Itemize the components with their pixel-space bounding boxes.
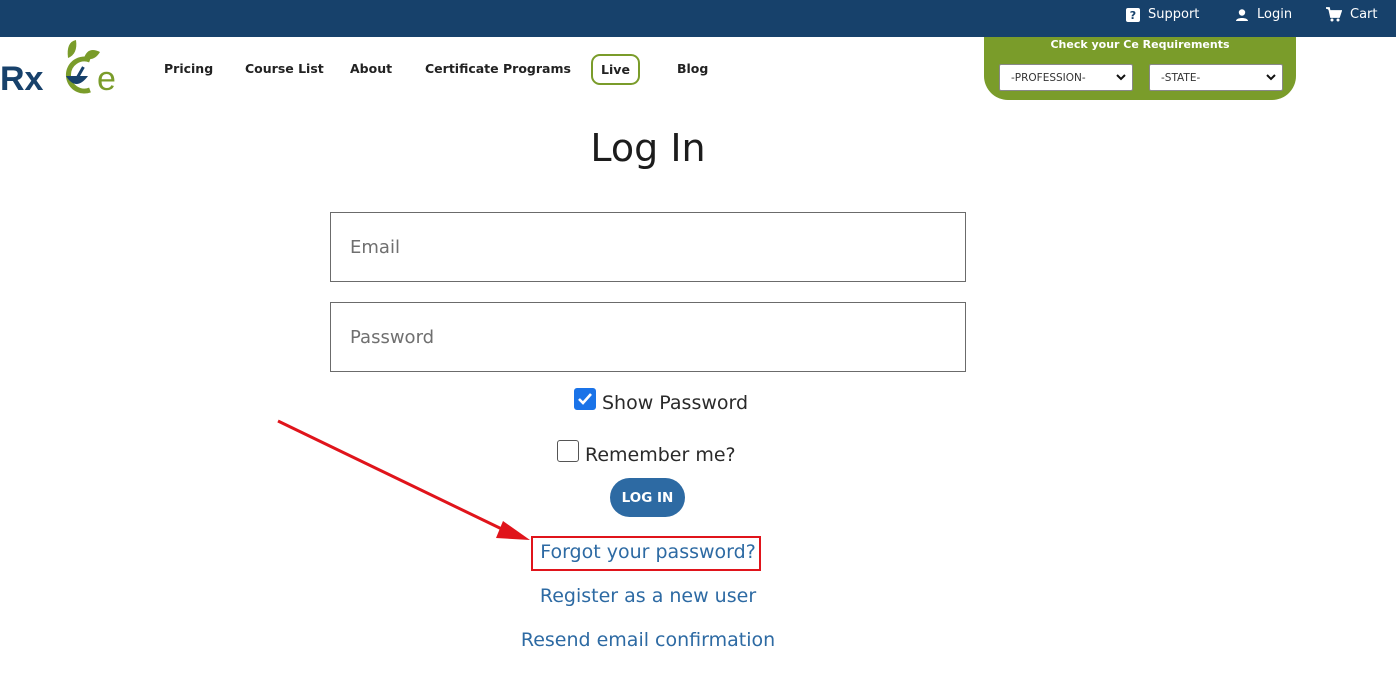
page-title: Log In — [590, 126, 706, 170]
show-password-label: Show Password — [602, 392, 749, 414]
chevron-down-icon — [1266, 74, 1276, 81]
support-label: Support — [1148, 7, 1200, 22]
state-select-value: -STATE- — [1161, 71, 1201, 84]
help-icon: ? — [1126, 7, 1140, 22]
show-password-option: Show Password — [574, 388, 749, 414]
resend-confirmation-link[interactable]: Resend email confirmation — [0, 629, 1296, 651]
user-icon — [1236, 8, 1248, 21]
login-link[interactable]: Login — [1235, 7, 1292, 22]
nav-pricing[interactable]: Pricing — [164, 61, 213, 76]
annotation-highlight-box — [531, 536, 761, 571]
password-placeholder: Password — [350, 326, 435, 348]
register-link[interactable]: Register as a new user — [0, 585, 1296, 607]
state-select[interactable]: -STATE- — [1149, 64, 1283, 91]
nav-blog[interactable]: Blog — [677, 61, 708, 76]
ce-requirements-panel: Check your Ce Requirements -PROFESSION- … — [984, 37, 1296, 100]
email-placeholder: Email — [350, 236, 400, 258]
remember-me-checkbox[interactable] — [557, 440, 579, 462]
svg-text:?: ? — [1130, 9, 1136, 22]
email-field[interactable]: Email — [330, 212, 966, 282]
cart-label: Cart — [1350, 7, 1378, 22]
show-password-checkbox[interactable] — [574, 388, 596, 410]
remember-me-option: Remember me? — [557, 440, 736, 466]
nav-certificate-programs[interactable]: Certificate Programs — [425, 61, 571, 76]
nav-live[interactable]: Live — [591, 54, 640, 85]
logo-text-rx: Rx — [0, 60, 44, 98]
logo-text-e: e — [97, 60, 116, 98]
login-label: Login — [1257, 7, 1293, 22]
log-in-button[interactable]: LOG IN — [610, 478, 685, 517]
checkmark-icon — [578, 393, 592, 405]
chevron-down-icon — [1116, 74, 1126, 81]
cart-icon — [1326, 7, 1342, 22]
nav-course-list[interactable]: Course List — [245, 61, 324, 76]
remember-me-label: Remember me? — [585, 444, 736, 466]
top-utility-bar: ? Support Login Cart — [0, 0, 1396, 37]
ce-requirements-title: Check your Ce Requirements — [1050, 38, 1230, 51]
password-field[interactable]: Password — [330, 302, 966, 372]
support-link[interactable]: ? Support — [1126, 7, 1199, 22]
profession-select-value: -PROFESSION- — [1011, 71, 1086, 84]
cart-link[interactable]: Cart — [1326, 7, 1378, 22]
nav-about[interactable]: About — [350, 61, 392, 76]
profession-select[interactable]: -PROFESSION- — [999, 64, 1133, 91]
rxce-logo[interactable]: Rx e — [0, 36, 124, 102]
